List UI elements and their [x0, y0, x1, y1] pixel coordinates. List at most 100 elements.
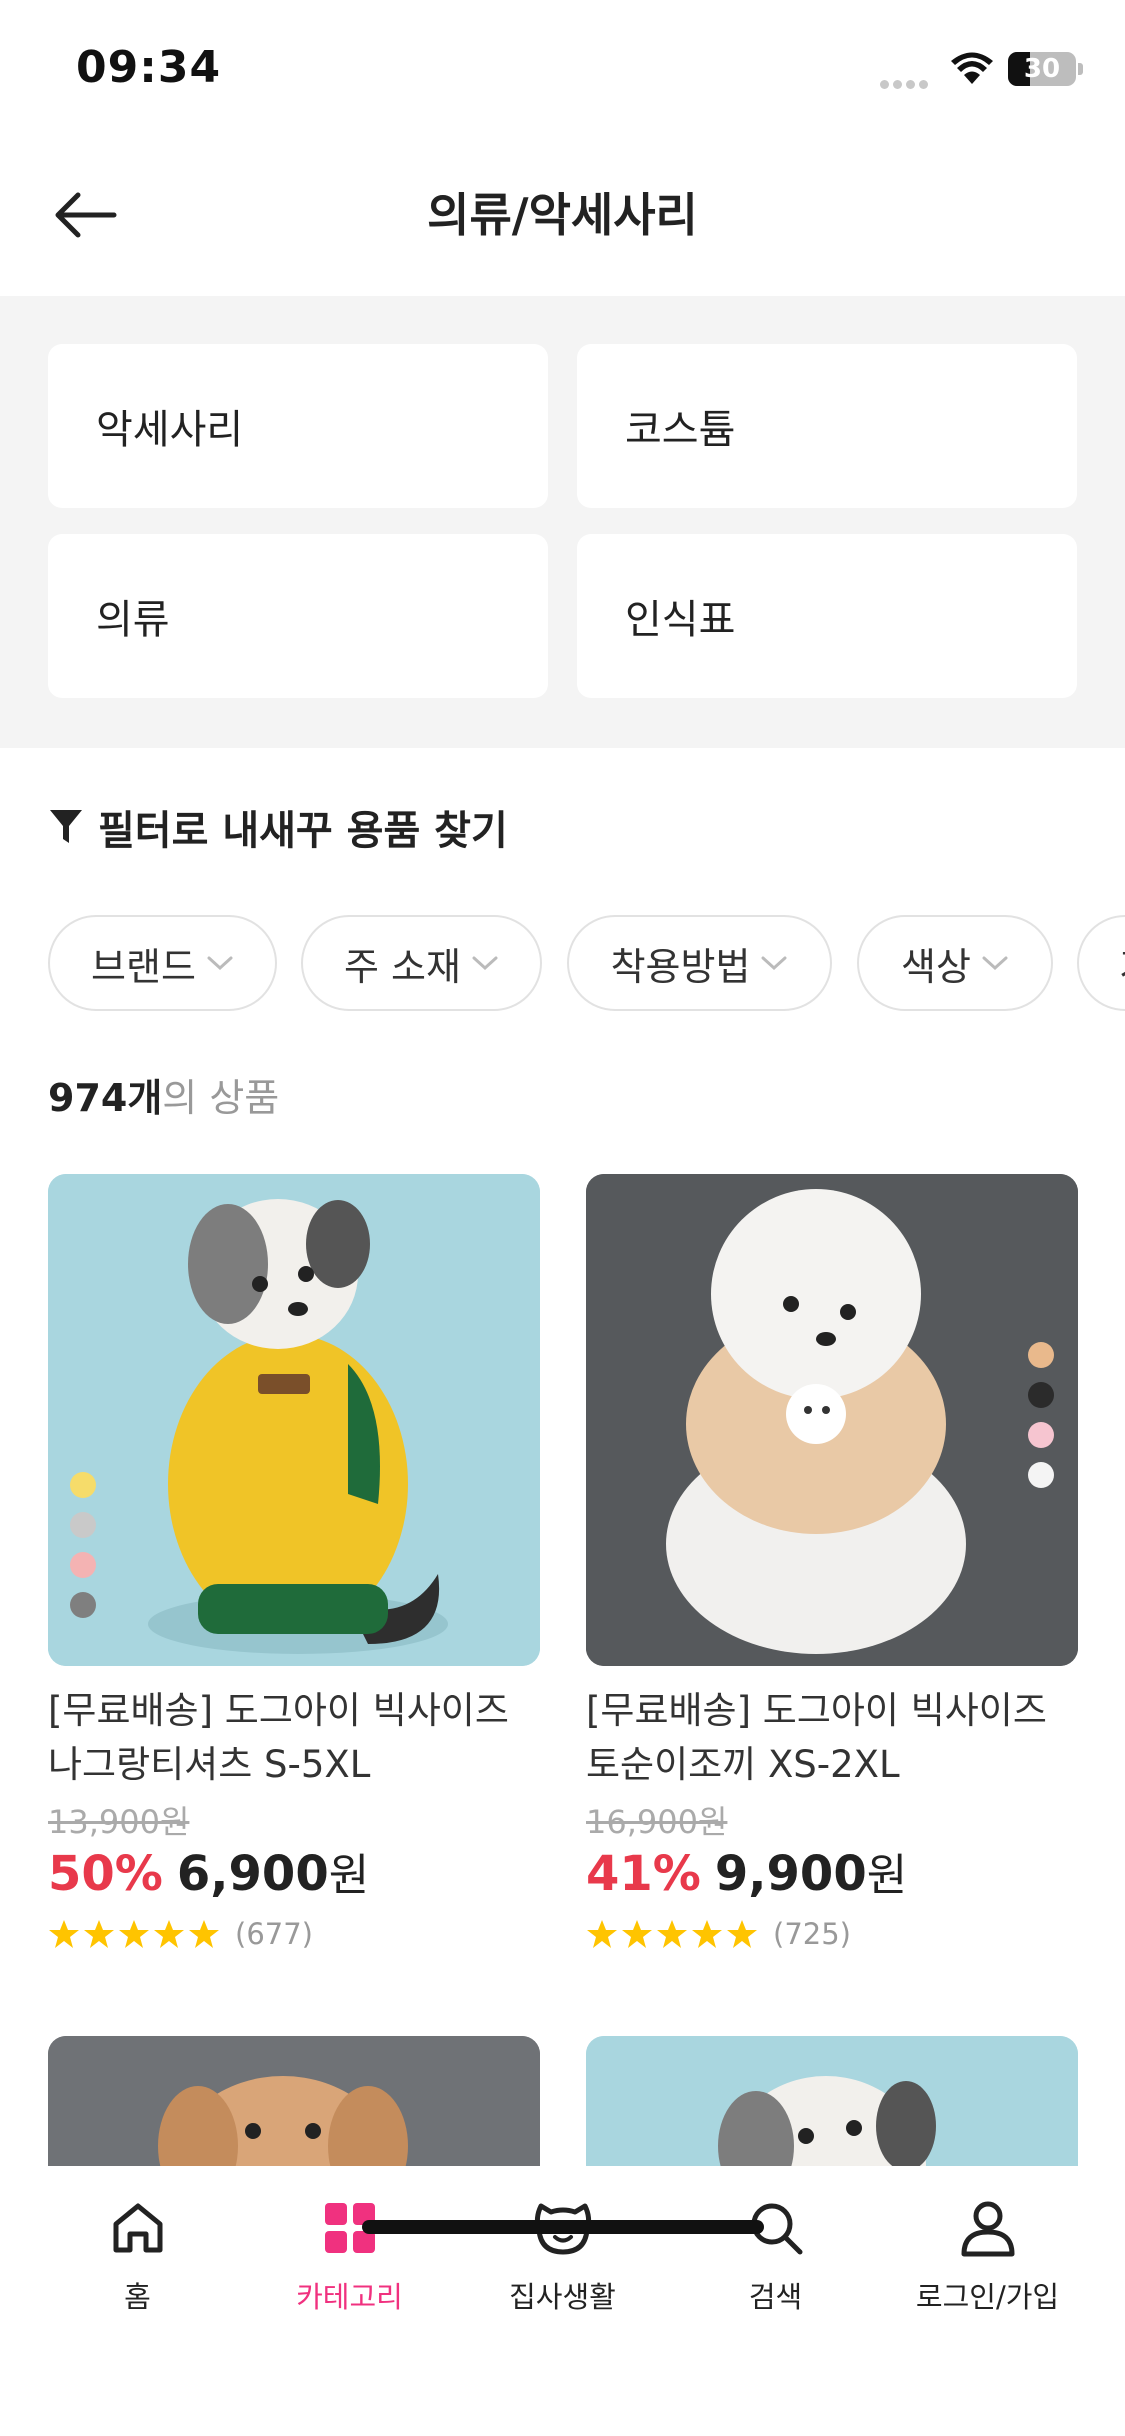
product-name[interactable]: [무료배송] 도그아이 빅사이즈 토순이조끼 XS-2XL — [586, 1684, 1078, 1792]
subcategory-clothing[interactable]: 의류 — [48, 534, 548, 698]
filter-chip-more[interactable]: 기 — [1077, 915, 1125, 1011]
status-bar: 09:34 30 — [0, 0, 1125, 135]
discount-rate: 41% — [586, 1846, 701, 1902]
swatch-black — [1028, 1382, 1054, 1408]
swatch-beige — [1028, 1342, 1054, 1368]
tab-label: 검색 — [748, 2280, 803, 2314]
original-price: 16,900원 — [586, 1803, 728, 1841]
subcategory-label: 의류 — [96, 597, 170, 643]
product-card[interactable]: [무료배송] 도그아이 빅사이즈 나그랑티셔츠 S-5XL 13,900원 50… — [48, 1174, 540, 1956]
swatch-pink — [1028, 1422, 1054, 1448]
filter-chip-row: 브랜드 주 소재 착용방법 색상 기 — [48, 915, 1125, 1011]
chevron-down-icon — [761, 956, 787, 971]
star-icon — [727, 1920, 757, 1948]
swatch-dark-gray — [70, 1592, 96, 1618]
tab-login[interactable]: 로그인/가입 — [875, 2196, 1100, 2316]
star-icon — [84, 1920, 114, 1948]
product-name[interactable]: [무료배송] 도그아이 빅사이즈 나그랑티셔츠 S-5XL — [48, 1684, 540, 1792]
user-icon — [956, 2196, 1020, 2260]
status-time: 09:34 — [76, 42, 222, 93]
swatch-gray — [70, 1512, 96, 1538]
filter-chip-brand[interactable]: 브랜드 — [48, 915, 277, 1011]
star-icon — [49, 1920, 79, 1948]
product-card[interactable]: [무료배송] 도그아이 빅사이즈 토순이조끼 XS-2XL 16,900원 41… — [586, 1174, 1078, 1956]
home-icon — [106, 2196, 170, 2260]
chip-label: 착용방법 — [610, 944, 751, 989]
result-count-number: 974개 — [48, 1076, 163, 1120]
product-photo-dog-yellow-shirt — [48, 1174, 540, 1666]
battery-icon: 30 — [1008, 52, 1076, 86]
battery-level: 30 — [1023, 54, 1061, 84]
filter-chip-material[interactable]: 주 소재 — [301, 915, 542, 1011]
subcategory-grid: 악세사리 코스튬 의류 인식표 — [0, 296, 1125, 748]
chevron-down-icon — [207, 956, 233, 971]
color-swatches — [1028, 1342, 1054, 1502]
star-icon — [189, 1920, 219, 1948]
price-line: 50% 6,900 원 — [48, 1844, 540, 1904]
rating: (677) — [48, 1912, 540, 1956]
home-indicator — [362, 2220, 764, 2234]
tab-search[interactable]: 검색 — [663, 2196, 888, 2316]
filter-chip-color[interactable]: 색상 — [857, 915, 1053, 1011]
cellular-signal-icon — [880, 74, 934, 89]
star-icon — [119, 1920, 149, 1948]
header: 의류/악세사리 — [0, 150, 1125, 280]
swatch-white — [1028, 1462, 1054, 1488]
product-photo-dog-fleece-vest — [586, 1174, 1078, 1666]
tab-pet-life[interactable]: 집사생활 — [450, 2196, 675, 2316]
star-rating — [48, 1918, 223, 1950]
sale-price: 9,900 — [714, 1846, 867, 1902]
filter-title-text: 필터로 내새꾸 용품 찾기 — [98, 808, 508, 854]
star-icon — [622, 1920, 652, 1948]
product-image[interactable] — [586, 1174, 1078, 1666]
chevron-down-icon — [982, 956, 1008, 971]
chip-label: 브랜드 — [91, 944, 196, 989]
product-image-partial[interactable] — [586, 2036, 1078, 2166]
tab-label: 카테고리 — [296, 2280, 403, 2314]
subcategory-id-tag[interactable]: 인식표 — [577, 534, 1077, 698]
price-line: 41% 9,900 원 — [586, 1844, 1078, 1904]
currency: 원 — [866, 1850, 908, 1901]
bottom-tab-bar: 홈 카테고리 집사생활 검색 로그인/가입 — [0, 2166, 1125, 2436]
chevron-down-icon — [472, 956, 498, 971]
swatch-pink — [70, 1552, 96, 1578]
chip-label: 주 소재 — [344, 944, 461, 989]
result-count-suffix: 의 상품 — [162, 1076, 280, 1120]
page-title: 의류/악세사리 — [427, 188, 698, 242]
subcategory-costume[interactable]: 코스튬 — [577, 344, 1077, 508]
subcategory-accessories[interactable]: 악세사리 — [48, 344, 548, 508]
color-swatches — [70, 1472, 96, 1632]
tab-home[interactable]: 홈 — [25, 2196, 250, 2316]
swatch-yellow — [70, 1472, 96, 1498]
tab-label: 로그인/가입 — [915, 2280, 1060, 2314]
rating: (725) — [586, 1912, 1078, 1956]
discount-rate: 50% — [48, 1846, 163, 1902]
review-count: (725) — [773, 1917, 851, 1951]
original-price: 13,900원 — [48, 1803, 190, 1841]
product-photo-dog-partial — [586, 2036, 1078, 2166]
chip-label: 색상 — [901, 944, 971, 989]
tab-category[interactable]: 카테고리 — [237, 2196, 462, 2316]
star-rating — [586, 1918, 761, 1950]
subcategory-label: 코스튬 — [625, 407, 736, 453]
battery-tip — [1078, 63, 1083, 75]
wifi-icon — [951, 52, 993, 84]
filter-funnel-icon — [50, 810, 82, 843]
review-count: (677) — [235, 1917, 313, 1951]
star-icon — [657, 1920, 687, 1948]
filter-chip-wear-method[interactable]: 착용방법 — [567, 915, 832, 1011]
sale-price: 6,900 — [176, 1846, 329, 1902]
filter-heading: 필터로 내새꾸 용품 찾기 — [48, 795, 508, 859]
tab-label: 홈 — [124, 2280, 151, 2314]
star-icon — [587, 1920, 617, 1948]
product-image[interactable] — [48, 1174, 540, 1666]
chip-label: 기 — [1119, 936, 1125, 991]
star-icon — [154, 1920, 184, 1948]
result-count: 974개의 상품 — [48, 1070, 279, 1126]
tab-label: 집사생활 — [509, 2280, 616, 2314]
star-icon — [692, 1920, 722, 1948]
currency: 원 — [328, 1850, 370, 1901]
product-photo-dog-partial — [48, 2036, 540, 2166]
subcategory-label: 인식표 — [625, 597, 736, 643]
product-image-partial[interactable] — [48, 2036, 540, 2166]
